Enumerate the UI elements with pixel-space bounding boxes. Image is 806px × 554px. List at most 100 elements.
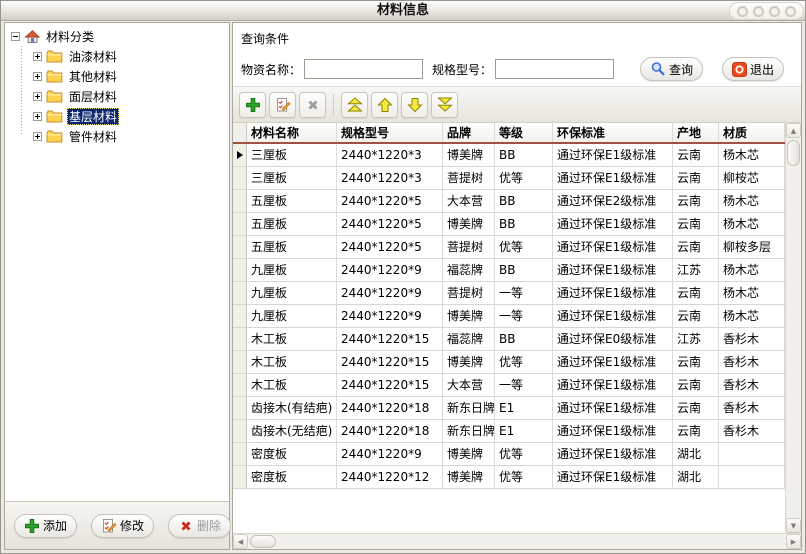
row-selector-cell[interactable] bbox=[233, 259, 247, 281]
delete-button[interactable]: 删除 bbox=[168, 514, 231, 538]
category-panel: 材料分类 油漆材料其他材料面层材料基层材料管件材料 添加 修改 删除 bbox=[4, 22, 230, 550]
table-cell: 新东日牌 bbox=[443, 397, 495, 419]
horizontal-scrollbar[interactable]: ◀ ▶ bbox=[233, 533, 801, 549]
table-row[interactable]: 九厘板2440*1220*9福蕊牌BB通过环保E1级标准江苏杨木芯 bbox=[233, 259, 785, 282]
search-icon bbox=[650, 61, 666, 77]
first-toolbar-button[interactable] bbox=[341, 92, 368, 118]
row-selector-cell[interactable] bbox=[233, 190, 247, 212]
app-window: 材料信息 材料分类 油漆材料其他材料面层材料基层材料管件材料 添加 bbox=[0, 0, 806, 554]
horizontal-scroll-thumb[interactable] bbox=[250, 535, 276, 548]
table-header-cell[interactable]: 材质 bbox=[719, 123, 785, 142]
collapse-icon[interactable] bbox=[11, 32, 20, 41]
edit-toolbar-button[interactable] bbox=[269, 92, 296, 118]
table-row[interactable]: 五厘板2440*1220*5大本营BB通过环保E2级标准云南杨木芯 bbox=[233, 190, 785, 213]
row-selector-cell[interactable] bbox=[233, 213, 247, 235]
table-cell: E1 bbox=[495, 420, 553, 442]
tree-item[interactable]: 面层材料 bbox=[33, 86, 227, 106]
folder-icon bbox=[46, 90, 63, 103]
edit-button[interactable]: 修改 bbox=[91, 514, 154, 538]
scroll-left-icon[interactable]: ◀ bbox=[233, 534, 248, 549]
last-toolbar-button[interactable] bbox=[431, 92, 458, 118]
table-cell: 新东日牌 bbox=[443, 420, 495, 442]
exit-button[interactable]: 退出 bbox=[722, 57, 784, 81]
expand-icon[interactable] bbox=[33, 72, 42, 81]
row-selector-cell[interactable] bbox=[233, 374, 247, 396]
table-cell: 云南 bbox=[673, 420, 719, 442]
table-header-cell[interactable]: 产地 bbox=[673, 123, 719, 142]
add-button-label: 添加 bbox=[43, 517, 67, 534]
table-header-cell[interactable]: 材料名称 bbox=[247, 123, 337, 142]
table-row[interactable]: 木工板2440*1220*15大本营一等通过环保E1级标准云南香杉木 bbox=[233, 374, 785, 397]
table-cell: 湖北 bbox=[673, 443, 719, 465]
tree-item[interactable]: 基层材料 bbox=[33, 106, 227, 126]
window-control-icon[interactable] bbox=[753, 6, 764, 17]
table-cell: 2440*1220*3 bbox=[337, 144, 443, 166]
table-cell: BB bbox=[495, 213, 553, 235]
table-row[interactable]: 木工板2440*1220*15福蕊牌BB通过环保E0级标准江苏香杉木 bbox=[233, 328, 785, 351]
material-name-input[interactable] bbox=[304, 59, 423, 79]
scroll-right-icon[interactable]: ▶ bbox=[786, 534, 801, 549]
table-cell: 香杉木 bbox=[719, 374, 785, 396]
table-row[interactable]: 九厘板2440*1220*9菩提树一等通过环保E1级标准云南杨木芯 bbox=[233, 282, 785, 305]
edit-icon bbox=[101, 518, 117, 534]
scroll-down-icon[interactable]: ▼ bbox=[786, 518, 801, 533]
table-cell: 2440*1220*9 bbox=[337, 282, 443, 304]
add-toolbar-button[interactable] bbox=[239, 92, 266, 118]
table-cell: 木工板 bbox=[247, 328, 337, 350]
left-footer-bar: 添加 修改 删除 bbox=[5, 501, 229, 549]
table-cell: 通过环保E1级标准 bbox=[553, 167, 673, 189]
table-row[interactable]: 木工板2440*1220*15博美牌优等通过环保E1级标准云南香杉木 bbox=[233, 351, 785, 374]
previous-toolbar-button[interactable] bbox=[371, 92, 398, 118]
window-control-icon[interactable] bbox=[785, 6, 796, 17]
window-control-icon[interactable] bbox=[737, 6, 748, 17]
query-section-title: 查询条件 bbox=[241, 30, 793, 47]
table-header-cell[interactable]: 品牌 bbox=[443, 123, 495, 142]
table-row[interactable]: 九厘板2440*1220*9博美牌一等通过环保E1级标准云南杨木芯 bbox=[233, 305, 785, 328]
row-selector-cell[interactable] bbox=[233, 144, 247, 166]
row-selector-cell[interactable] bbox=[233, 328, 247, 350]
table-row[interactable]: 密度板2440*1220*12博美牌优等通过环保E1级标准湖北 bbox=[233, 466, 785, 489]
expand-icon[interactable] bbox=[33, 92, 42, 101]
row-selector-cell[interactable] bbox=[233, 420, 247, 442]
tree-item[interactable]: 其他材料 bbox=[33, 66, 227, 86]
table-cell: 菩提树 bbox=[443, 167, 495, 189]
add-button[interactable]: 添加 bbox=[14, 514, 77, 538]
table-header-cell[interactable]: 等级 bbox=[495, 123, 553, 142]
window-control-icon[interactable] bbox=[769, 6, 780, 17]
row-selector-cell[interactable] bbox=[233, 305, 247, 327]
row-selector-cell[interactable] bbox=[233, 351, 247, 373]
table-row[interactable]: 齿接木(有结疤)2440*1220*18新东日牌E1通过环保E1级标准云南香杉木 bbox=[233, 397, 785, 420]
row-selector-cell[interactable] bbox=[233, 236, 247, 258]
material-table: 材料名称规格型号品牌等级环保标准产地材质 三厘板2440*1220*3博美牌BB… bbox=[233, 123, 785, 533]
spec-model-input[interactable] bbox=[495, 59, 614, 79]
table-header-cell[interactable]: 环保标准 bbox=[553, 123, 673, 142]
row-selector-cell[interactable] bbox=[233, 282, 247, 304]
table-row[interactable]: 三厘板2440*1220*3菩提树优等通过环保E1级标准云南柳桉芯 bbox=[233, 167, 785, 190]
table-row[interactable]: 密度板2440*1220*9博美牌优等通过环保E1级标准湖北 bbox=[233, 443, 785, 466]
row-selector-cell[interactable] bbox=[233, 466, 247, 488]
row-selector-cell[interactable] bbox=[233, 167, 247, 189]
scroll-up-icon[interactable]: ▲ bbox=[786, 123, 801, 138]
search-button[interactable]: 查询 bbox=[640, 57, 703, 81]
table-cell: 2440*1220*12 bbox=[337, 466, 443, 488]
table-cell: 通过环保E1级标准 bbox=[553, 213, 673, 235]
delete-toolbar-button[interactable] bbox=[299, 92, 326, 118]
tree-item[interactable]: 管件材料 bbox=[33, 126, 227, 146]
tree-root-node[interactable]: 材料分类 bbox=[11, 27, 227, 46]
table-row[interactable]: 五厘板2440*1220*5博美牌BB通过环保E1级标准云南杨木芯 bbox=[233, 213, 785, 236]
vertical-scroll-thumb[interactable] bbox=[787, 140, 800, 166]
vertical-scrollbar[interactable]: ▲ ▼ bbox=[785, 123, 801, 533]
table-row[interactable]: 三厘板2440*1220*3博美牌BB通过环保E1级标准云南杨木芯 bbox=[233, 144, 785, 167]
table-header-cell[interactable]: 规格型号 bbox=[337, 123, 443, 142]
row-selector-cell[interactable] bbox=[233, 397, 247, 419]
table-cell: 2440*1220*3 bbox=[337, 167, 443, 189]
row-selector-cell[interactable] bbox=[233, 443, 247, 465]
table-row[interactable]: 齿接木(无结疤)2440*1220*18新东日牌E1通过环保E1级标准云南香杉木 bbox=[233, 420, 785, 443]
expand-icon[interactable] bbox=[33, 132, 42, 141]
table-cell: 杨木芯 bbox=[719, 282, 785, 304]
table-row[interactable]: 五厘板2440*1220*5菩提树优等通过环保E1级标准云南柳桉多层 bbox=[233, 236, 785, 259]
tree-item[interactable]: 油漆材料 bbox=[33, 46, 227, 66]
expand-icon[interactable] bbox=[33, 112, 42, 121]
expand-icon[interactable] bbox=[33, 52, 42, 61]
next-toolbar-button[interactable] bbox=[401, 92, 428, 118]
